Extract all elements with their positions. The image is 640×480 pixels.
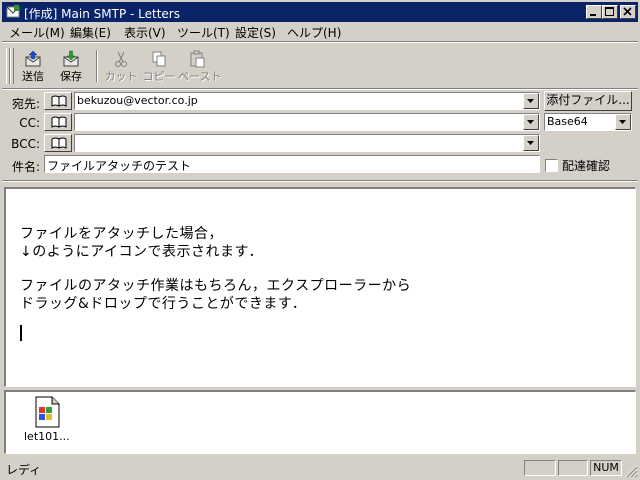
copy-button[interactable]: コピー (140, 48, 178, 86)
cut-label: カット (104, 70, 138, 83)
cc-field[interactable] (74, 113, 540, 131)
attachment-pane: let101... (4, 390, 636, 454)
cc-label: CC: (19, 116, 40, 130)
app-icon (6, 5, 20, 18)
text-caret (20, 325, 22, 341)
file-icon (35, 396, 60, 428)
address-book-icon (51, 95, 67, 107)
to-label: 宛先: (11, 97, 40, 111)
copy-icon (152, 51, 166, 67)
message-body[interactable]: ファイルをアタッチした場合， ↓のようにアイコンで表示されます． ファイルのアタ… (4, 187, 636, 387)
menu-help[interactable]: ヘルプ(H) (287, 24, 341, 41)
body-line: ↓のようにアイコンで表示されます． (20, 244, 263, 260)
copy-label: コピー (142, 70, 176, 83)
bcc-addressbook-button[interactable] (44, 134, 72, 152)
encoding-select[interactable]: Base64 (544, 113, 632, 131)
save-label: 保存 (60, 70, 82, 83)
close-icon (623, 7, 632, 16)
delivery-confirm-checkbox[interactable] (545, 159, 558, 172)
menu-view[interactable]: 表示(V) (124, 24, 166, 41)
resize-grip-icon[interactable] (624, 464, 638, 478)
chevron-down-icon (527, 141, 534, 145)
menu-divider (2, 41, 638, 43)
to-field[interactable]: bekuzou@vector.co.jp (74, 92, 540, 110)
minimize-button[interactable] (586, 5, 602, 19)
cut-button[interactable]: カット (102, 48, 140, 86)
delivery-confirm-label: 配達確認 (562, 159, 611, 173)
compose-window: [作成] Main SMTP - Letters メール(M) 編集(E) 表示… (0, 0, 640, 480)
menu-settings[interactable]: 設定(S) (235, 24, 276, 41)
subject-field[interactable]: ファイルアタッチのテスト (44, 155, 540, 173)
encoding-dropdown-button[interactable] (615, 114, 631, 130)
minimize-icon (590, 14, 596, 16)
title-bar[interactable]: [作成] Main SMTP - Letters (2, 2, 638, 22)
bcc-label: BCC: (11, 137, 40, 151)
paste-label: ペースト (178, 70, 222, 83)
encoding-value: Base64 (547, 115, 588, 128)
status-bar: レディ NUM (2, 458, 638, 478)
chevron-down-icon (527, 120, 534, 124)
toolbar: 送信 保存 カット コピー ペースト (2, 44, 638, 88)
window-title: [作成] Main SMTP - Letters (24, 7, 180, 21)
chevron-down-icon (527, 99, 534, 103)
status-panel (524, 460, 556, 476)
menu-bar: メール(M) 編集(E) 表示(V) ツール(T) 設定(S) ヘルプ(H) (2, 22, 638, 40)
to-dropdown-button[interactable] (523, 93, 539, 109)
header-divider (2, 180, 638, 182)
send-button[interactable]: 送信 (14, 48, 52, 86)
paste-icon (190, 50, 205, 68)
body-line: ファイルをアタッチした場合， (20, 226, 223, 242)
subject-value: ファイルアタッチのテスト (47, 159, 192, 173)
cc-dropdown-button[interactable] (523, 114, 539, 130)
send-label: 送信 (22, 70, 44, 83)
body-line: ファイルのアタッチ作業はもちろん，エクスプローラーから (20, 278, 412, 294)
to-addressbook-button[interactable] (44, 92, 72, 110)
save-button[interactable]: 保存 (52, 48, 90, 86)
toolbar-separator (96, 50, 98, 82)
paste-button[interactable]: ペースト (178, 48, 222, 86)
address-book-icon (51, 116, 67, 128)
attachment-name: let101... (24, 430, 70, 443)
maximize-icon (605, 7, 614, 16)
chevron-down-icon (619, 120, 626, 124)
to-value: bekuzou@vector.co.jp (77, 94, 198, 107)
close-button[interactable] (620, 5, 636, 19)
toolbar-divider (2, 88, 638, 90)
cc-addressbook-button[interactable] (44, 113, 72, 131)
body-line: ドラッグ&ドロップで行うことができます． (20, 296, 307, 312)
bcc-field[interactable] (74, 134, 540, 152)
scissors-icon (115, 51, 127, 67)
status-text: レディ (6, 463, 42, 477)
status-panel (558, 460, 588, 476)
bcc-dropdown-button[interactable] (523, 135, 539, 151)
menu-edit[interactable]: 編集(E) (70, 24, 111, 41)
num-lock-indicator: NUM (590, 460, 622, 476)
attach-file-button[interactable]: 添付ファイル... (544, 91, 632, 111)
address-book-icon (51, 137, 67, 149)
save-icon (63, 50, 79, 67)
subject-label: 件名: (11, 160, 40, 174)
menu-tools[interactable]: ツール(T) (177, 24, 230, 41)
maximize-button[interactable] (602, 5, 618, 19)
send-icon (25, 50, 41, 67)
menu-mail[interactable]: メール(M) (9, 24, 65, 41)
